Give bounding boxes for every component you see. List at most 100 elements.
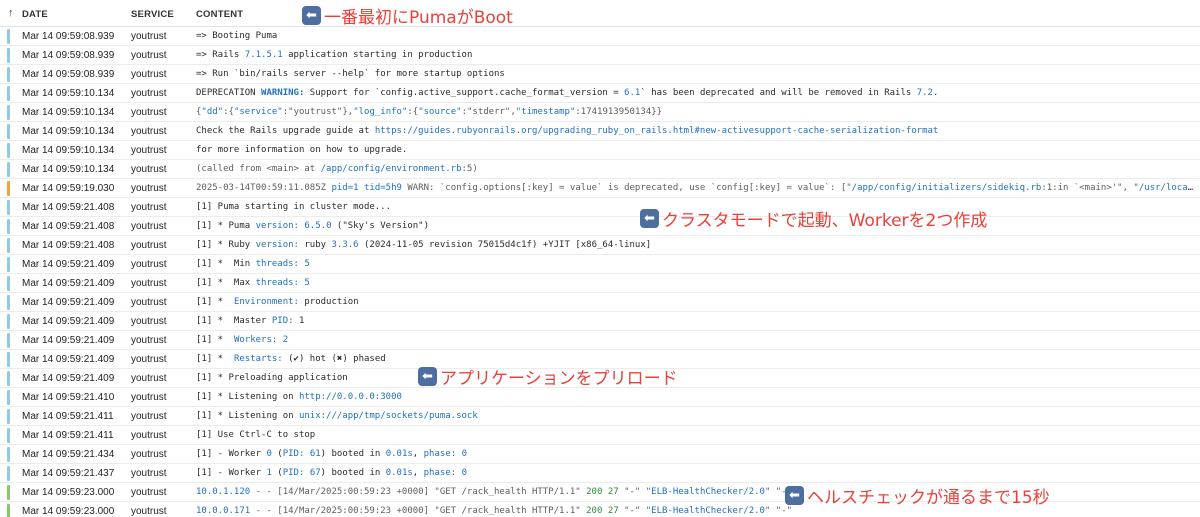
row-content: [1] * Workers: 2 — [196, 335, 1196, 345]
content-segment: 6.5.0 — [304, 221, 332, 231]
content-segment: [1] Puma starting in cluster mode... — [196, 202, 392, 212]
row-content: [1] * Ruby version: ruby 3.3.6 (2024-11-… — [196, 240, 1196, 250]
table-row[interactable]: Mar 14 09:59:21.409 youtrust [1] * Master … — [0, 312, 1200, 331]
table-row[interactable]: Mar 14 09:59:21.408 youtrust [1] * Ruby ve… — [0, 236, 1200, 255]
table-row[interactable]: Mar 14 09:59:21.434 youtrust [1] - Worker … — [0, 445, 1200, 464]
status-indicator — [7, 428, 10, 443]
table-row[interactable]: Mar 14 09:59:08.939 youtrust => Booting Pu… — [0, 27, 1200, 46]
row-service: youtrust — [131, 278, 167, 289]
content-segment: for more information on how to upgrade. — [196, 145, 408, 155]
content-segment: application starting in production — [282, 50, 473, 60]
column-header-content[interactable]: CONTENT — [196, 9, 243, 20]
content-segment: => Run `bin/rails server --help` for mor… — [196, 69, 505, 79]
row-content: [1] * Listening on http://0.0.0.0:3000 — [196, 392, 1196, 402]
status-indicator — [7, 200, 10, 215]
content-segment: ("Sky's Version") — [331, 221, 430, 231]
content-segment: [1] * Ruby — [196, 240, 256, 250]
content-segment: [1] * Listening on — [196, 392, 299, 402]
content-segment: 0.01s — [385, 449, 413, 459]
content-segment: :"stderr", — [461, 107, 516, 117]
table-row[interactable]: Mar 14 09:59:21.409 youtrust [1] * Workers… — [0, 331, 1200, 350]
table-row[interactable]: Mar 14 09:59:21.437 youtrust [1] - Worker … — [0, 464, 1200, 483]
content-segment: Restarts: — [233, 354, 283, 364]
table-row[interactable]: Mar 14 09:59:21.408 youtrust [1] Puma star… — [0, 198, 1200, 217]
table-row[interactable]: Mar 14 09:59:21.410 youtrust [1] * Listeni… — [0, 388, 1200, 407]
content-segment: - - [14/Mar/2025:00:59:23 +0000] "GET /r… — [250, 506, 587, 516]
row-date: Mar 14 09:59:23.000 — [22, 506, 115, 517]
status-indicator — [7, 466, 10, 481]
row-service: youtrust — [131, 240, 167, 251]
content-segment: ELB-HealthChecker/2.0 — [651, 506, 765, 516]
content-segment: /app/config/environment.rb — [320, 164, 462, 174]
content-segment: 2 — [282, 335, 289, 345]
row-content: [1] * Max threads: 5 — [196, 278, 1196, 288]
row-content: [1] * Restarts: (✔) hot (✖) phased — [196, 354, 1196, 364]
content-segment: [1] * Master — [196, 316, 272, 326]
content-segment: phase: — [423, 468, 457, 478]
row-service: youtrust — [131, 297, 167, 308]
status-indicator — [7, 181, 10, 196]
table-row[interactable]: Mar 14 09:59:21.409 youtrust [1] * Environ… — [0, 293, 1200, 312]
row-date: Mar 14 09:59:10.134 — [22, 88, 115, 99]
table-row[interactable]: Mar 14 09:59:10.134 youtrust {"dd":{"servi… — [0, 103, 1200, 122]
row-content: => Run `bin/rails server --help` for mor… — [196, 69, 1196, 79]
arrow-up-icon[interactable]: ↑ — [8, 7, 14, 19]
content-segment: Environment: — [233, 297, 299, 307]
content-segment: threads: — [255, 259, 299, 269]
table-row[interactable]: Mar 14 09:59:08.939 youtrust => Rails 7.1.… — [0, 46, 1200, 65]
table-row[interactable]: Mar 14 09:59:10.134 youtrust (called from … — [0, 160, 1200, 179]
row-content: [1] - Worker 0 (PID: 61) booted in 0.01s… — [196, 449, 1196, 459]
content-segment: :1741913950134}} — [575, 107, 663, 117]
row-service: youtrust — [131, 316, 167, 327]
table-row[interactable]: Mar 14 09:59:21.409 youtrust [1] * Min thr… — [0, 255, 1200, 274]
content-segment: [1] * Listening on — [196, 411, 299, 421]
content-segment: 10.0.0.171 — [196, 506, 251, 516]
content-segment: PID: — [282, 449, 305, 459]
row-service: youtrust — [131, 354, 167, 365]
table-row[interactable]: Mar 14 09:59:21.409 youtrust [1] * Max thr… — [0, 274, 1200, 293]
content-segment: 200 27 — [586, 506, 619, 516]
row-service: youtrust — [131, 392, 167, 403]
row-date: Mar 14 09:59:21.409 — [22, 316, 115, 327]
content-segment: 2025-03-14T00:59:11.085Z — [196, 183, 332, 193]
row-service: youtrust — [131, 88, 167, 99]
row-service: youtrust — [131, 31, 167, 42]
status-indicator — [7, 29, 10, 44]
table-row[interactable]: Mar 14 09:59:21.411 youtrust [1] * Listeni… — [0, 407, 1200, 426]
status-indicator — [7, 257, 10, 272]
status-indicator — [7, 124, 10, 139]
table-row[interactable]: Mar 14 09:59:10.134 youtrust for more info… — [0, 141, 1200, 160]
content-segment: [1] * Min — [196, 259, 256, 269]
content-segment: "source" — [418, 107, 462, 117]
status-indicator — [7, 504, 10, 517]
table-row[interactable]: Mar 14 09:59:19.030 youtrust 2025-03-14T00… — [0, 179, 1200, 198]
content-segment: WARNING: — [261, 88, 305, 98]
table-row[interactable]: Mar 14 09:59:08.939 youtrust => Run `bin/r… — [0, 65, 1200, 84]
table-row[interactable]: Mar 14 09:59:21.408 youtrust [1] * Puma ve… — [0, 217, 1200, 236]
content-segment: "service" — [233, 107, 283, 117]
content-segment: ELB-HealthChecker/2.0 — [651, 487, 765, 497]
row-service: youtrust — [131, 183, 167, 194]
content-segment: 7.2 — [916, 88, 933, 98]
content-segment: [1] * Max — [196, 278, 256, 288]
content-segment: 5 — [304, 259, 310, 269]
table-row[interactable]: Mar 14 09:59:10.134 youtrust DEPRECATION W… — [0, 84, 1200, 103]
table-row[interactable]: Mar 14 09:59:10.134 youtrust Check the Rai… — [0, 122, 1200, 141]
content-segment: => Booting Puma — [196, 31, 278, 41]
annotation-health: ⬅ ヘルスチェックが通るまで15秒 — [785, 483, 1050, 508]
column-header-date[interactable]: ↑ DATE — [8, 7, 48, 20]
content-segment: :1:in `<main>'", " — [1041, 183, 1139, 193]
row-service: youtrust — [131, 221, 167, 232]
row-service: youtrust — [131, 202, 167, 213]
table-header: ↑ DATE SERVICE CONTENT — [0, 0, 1200, 27]
content-segment: Workers: — [233, 335, 278, 345]
content-segment: 61 — [309, 449, 321, 459]
log-table-body: Mar 14 09:59:08.939 youtrust => Booting Pu… — [0, 27, 1200, 517]
column-header-service[interactable]: SERVICE — [131, 9, 174, 20]
status-indicator — [7, 238, 10, 253]
content-segment: [1] - Worker — [196, 449, 267, 459]
content-segment: 6.1 — [624, 88, 641, 98]
content-segment: /app/config/initializers/sidekiq.rb — [851, 183, 1042, 193]
status-indicator — [7, 67, 10, 82]
table-row[interactable]: Mar 14 09:59:21.411 youtrust [1] Use Ctrl-… — [0, 426, 1200, 445]
